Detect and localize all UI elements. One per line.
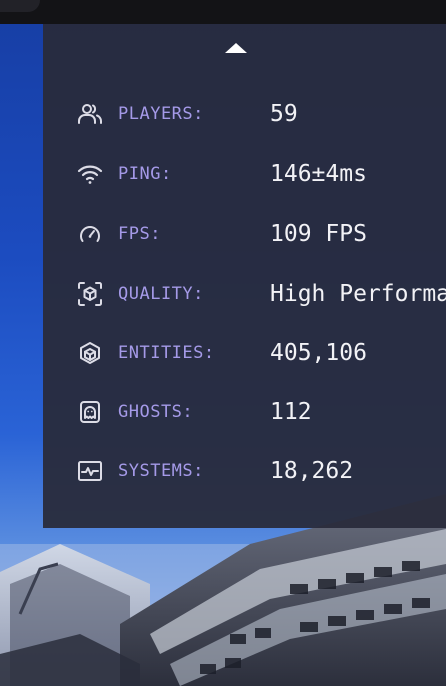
stat-row-entities: ENTITIES: 405,106 bbox=[43, 338, 446, 368]
ghost-icon bbox=[75, 397, 105, 427]
stat-row-quality: QUALITY: High Performance bbox=[43, 279, 446, 309]
stat-row-fps: FPS: 109 FPS bbox=[43, 219, 446, 249]
stat-label: PING: bbox=[118, 164, 172, 184]
collapse-toggle-button[interactable] bbox=[223, 40, 249, 56]
users-icon bbox=[75, 99, 105, 129]
stat-label: PLAYERS: bbox=[118, 104, 204, 124]
stat-value: 146±4ms bbox=[270, 161, 367, 187]
stat-value: 405,106 bbox=[270, 340, 367, 366]
stat-row-ping: PING: 146±4ms bbox=[43, 159, 446, 189]
stat-label: ENTITIES: bbox=[118, 343, 215, 363]
stat-label: FPS: bbox=[118, 224, 161, 244]
top-bar-notch bbox=[0, 0, 40, 12]
scan-cube-icon bbox=[75, 279, 105, 309]
stat-value: 59 bbox=[270, 101, 298, 127]
stat-label: QUALITY: bbox=[118, 284, 204, 304]
stat-label: GHOSTS: bbox=[118, 402, 194, 422]
stat-row-players: PLAYERS: 59 bbox=[43, 99, 446, 129]
top-bar bbox=[0, 0, 446, 24]
stat-value: 18,262 bbox=[270, 458, 354, 484]
game-viewport: PLAYERS: 59 PING: 146±4ms FPS: 109 FPS Q… bbox=[0, 0, 446, 686]
stat-value: High Performance bbox=[270, 281, 446, 307]
network-stats-panel: PLAYERS: 59 PING: 146±4ms FPS: 109 FPS Q… bbox=[43, 24, 446, 528]
stat-row-ghosts: GHOSTS: 112 bbox=[43, 397, 446, 427]
wifi-icon bbox=[75, 159, 105, 189]
activity-monitor-icon bbox=[75, 456, 105, 486]
stat-label: SYSTEMS: bbox=[118, 461, 204, 481]
stat-value: 109 FPS bbox=[270, 221, 367, 247]
stat-row-systems: SYSTEMS: 18,262 bbox=[43, 456, 446, 486]
cube-icon bbox=[75, 338, 105, 368]
stat-value: 112 bbox=[270, 399, 312, 425]
speedometer-icon bbox=[75, 219, 105, 249]
caret-up-icon bbox=[225, 43, 247, 53]
